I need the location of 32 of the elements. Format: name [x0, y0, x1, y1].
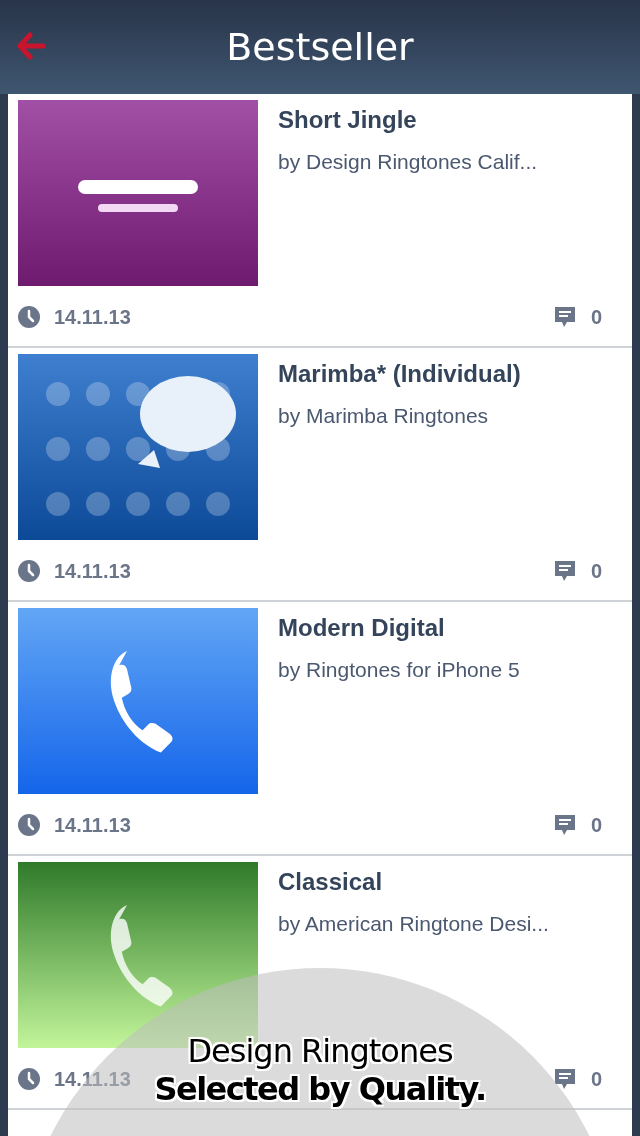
comment-count: 0	[590, 1067, 602, 1091]
ringtone-title: Marimba* (Individual)	[278, 360, 521, 388]
comment-count: 0	[590, 813, 602, 837]
screen-title: Bestseller	[226, 25, 414, 69]
clock-icon	[18, 306, 40, 328]
ringtone-card[interactable]: Marimba* (Individual) by Marimba Ringtones 14.11.13 0	[8, 348, 632, 600]
comment-icon	[552, 559, 577, 583]
date-text: 14.11.13	[54, 1067, 131, 1091]
ringtone-title: Modern Digital	[278, 614, 446, 642]
promo-caption: Design Ringtones	[187, 1032, 453, 1070]
comment-icon	[552, 305, 577, 329]
clock-icon	[18, 560, 40, 582]
comment-count: 0	[590, 559, 602, 583]
comment-icon	[552, 1067, 577, 1091]
artist-name: by Ringtones for iPhone 5	[278, 658, 520, 682]
ringtone-title: Classical	[278, 868, 384, 896]
ringtone-card[interactable]: Modern Digital by Ringtones for iPhone 5 14.11.13 0	[8, 602, 632, 854]
ringtone-title: Short Jingle	[278, 106, 418, 134]
comment-icon	[552, 813, 577, 837]
date-text: 14.11.13	[54, 559, 131, 583]
date-text: 14.11.13	[54, 305, 131, 329]
back-button[interactable]	[16, 32, 46, 60]
artist-name: by Marimba Ringtones	[278, 404, 490, 428]
clock-icon	[18, 1068, 40, 1090]
ringtone-card[interactable]: Short Jingle by Design Ringtones Calif... 14.11.13 0	[8, 94, 632, 346]
promo-tagline: Selected by Quality.	[154, 1070, 486, 1108]
comment-count: 0	[590, 305, 602, 329]
artist-name: by American Ringtone Desi...	[278, 912, 549, 936]
clock-icon	[18, 814, 40, 836]
date-text: 14.11.13	[54, 813, 131, 837]
artist-name: by Design Ringtones Calif...	[278, 150, 538, 174]
back-arrow-icon	[16, 32, 46, 60]
